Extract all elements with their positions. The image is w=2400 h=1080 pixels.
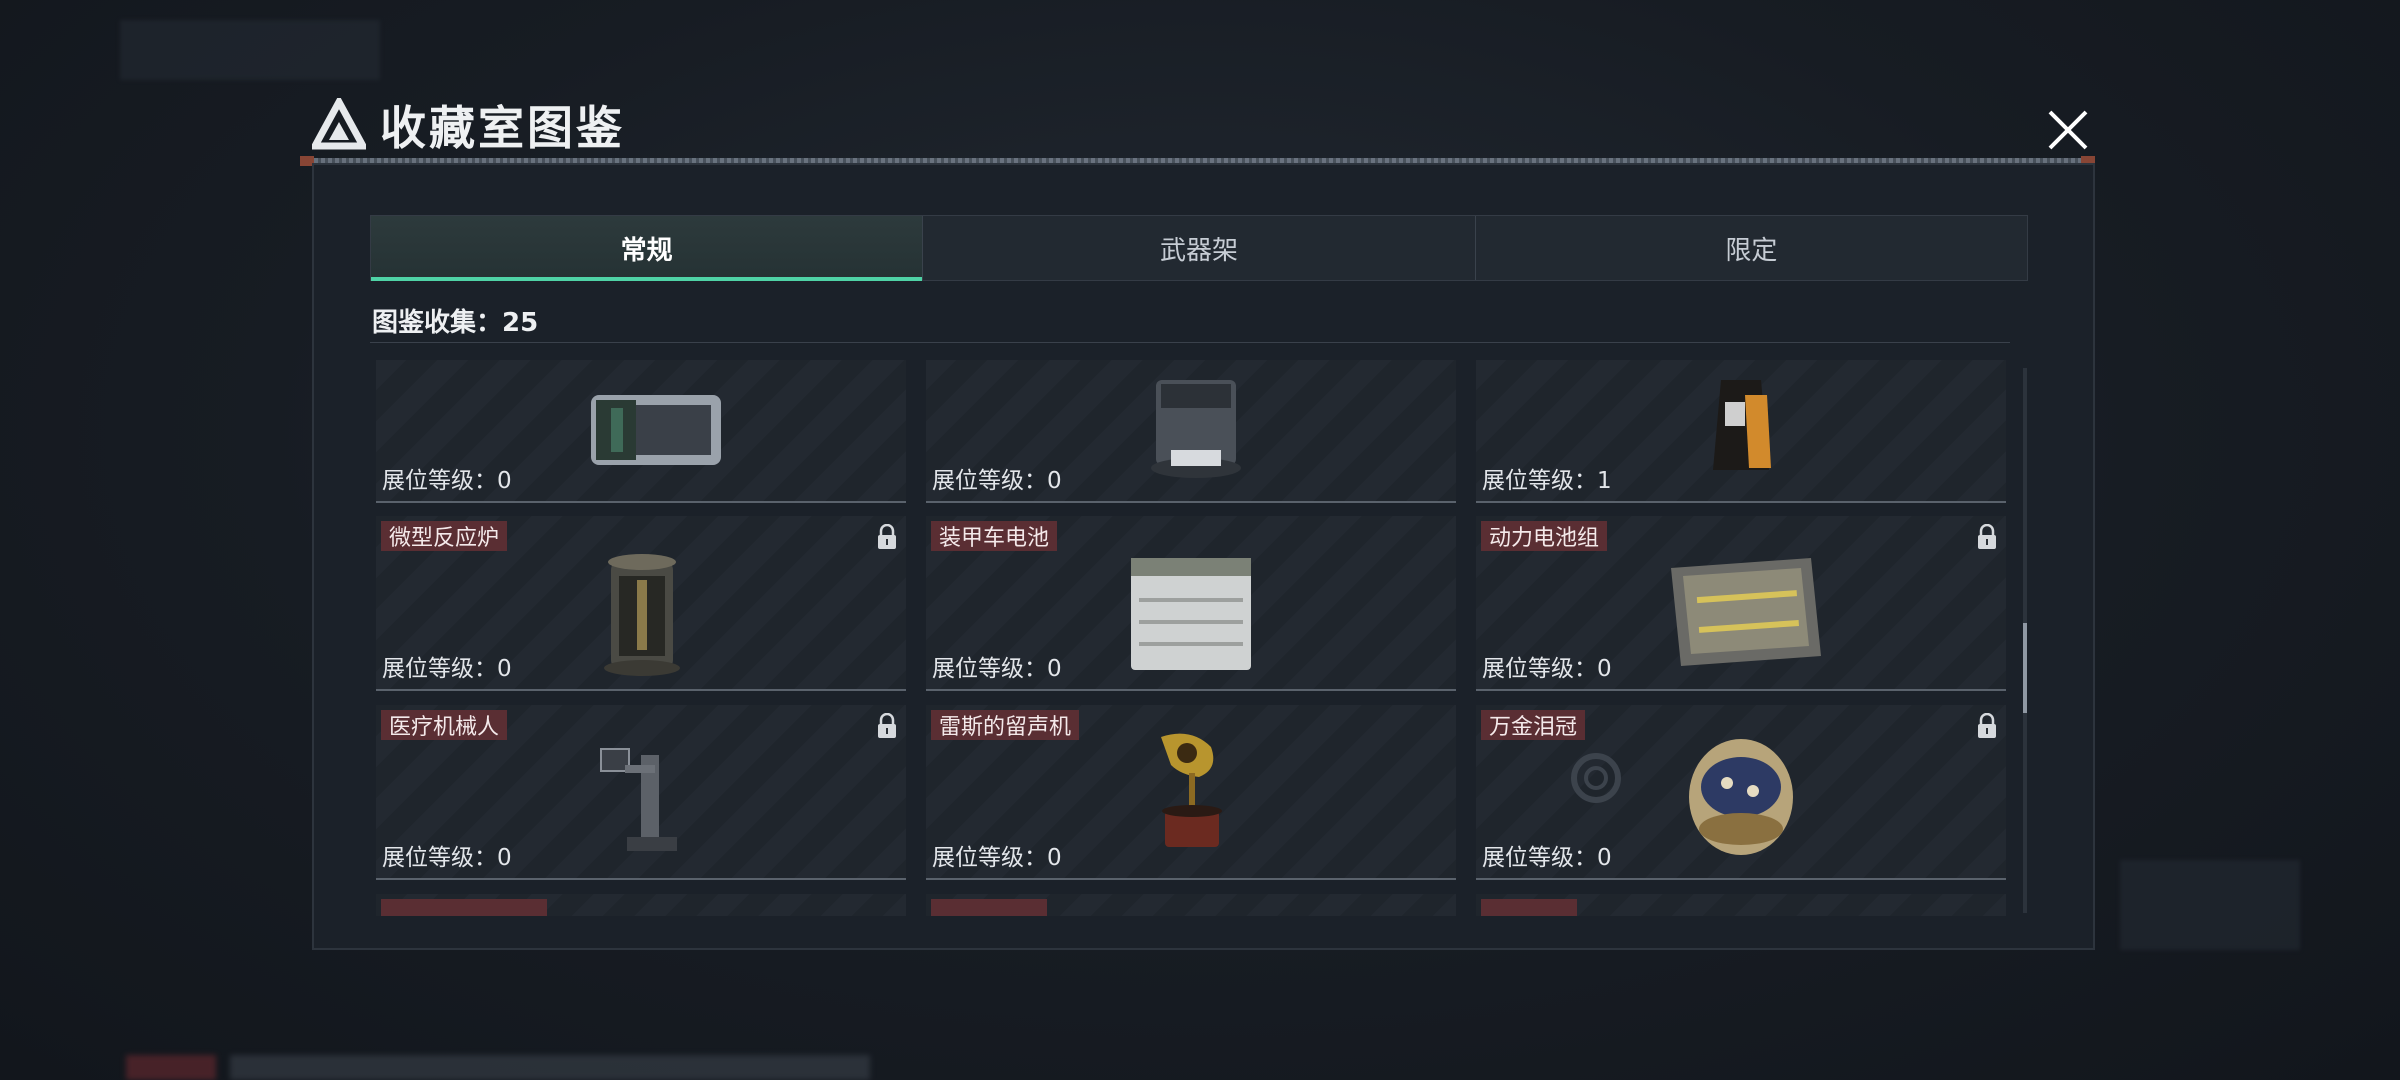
category-tabs: 常规 武器架 限定 xyxy=(370,215,2028,281)
tab-label: 限定 xyxy=(1725,235,1778,266)
close-icon xyxy=(2048,110,2088,150)
item-name: 雷斯的留声机 xyxy=(931,710,1080,740)
gramophone-icon xyxy=(1161,733,1222,847)
background-shape xyxy=(126,1055,216,1080)
tab-weapon-rack[interactable]: 武器架 xyxy=(923,216,1476,280)
triangle-logo-icon xyxy=(312,98,366,150)
scrollbar[interactable] xyxy=(2023,368,2027,913)
background-shape xyxy=(2120,860,2300,950)
page-title: 收藏室图鉴 xyxy=(380,101,625,155)
collection-card[interactable]: 雷斯的留声机 展位等级：0 xyxy=(926,705,1456,880)
booth-level: 展位等级：1 xyxy=(1482,468,1612,494)
camera-device-icon xyxy=(591,395,721,465)
jeweled-egg-icon xyxy=(1689,739,1793,855)
background-shape xyxy=(230,1055,870,1080)
collection-count: 图鉴收集：25 xyxy=(372,308,539,338)
item-name: 微型反应炉 xyxy=(381,521,508,551)
battery-pack-icon xyxy=(1671,558,1821,666)
booth-level: 展位等级：0 xyxy=(932,845,1062,871)
micro-reactor-icon xyxy=(604,554,680,676)
booth-level: 展位等级：0 xyxy=(382,845,512,871)
item-name: 万金泪冠 xyxy=(1481,710,1586,740)
section-divider xyxy=(370,342,2010,343)
collection-card[interactable]: 展位等级：0 xyxy=(376,360,906,503)
lock-icon xyxy=(1978,524,1996,549)
item-name-truncated xyxy=(1481,899,1577,916)
collection-card[interactable]: 医疗机械人 展位等级：0 xyxy=(376,705,906,880)
booth-level: 展位等级：0 xyxy=(932,468,1062,494)
booth-level: 展位等级：0 xyxy=(382,656,512,682)
loading-ring-icon xyxy=(1571,753,1621,803)
booth-level: 展位等级：0 xyxy=(1482,845,1612,871)
item-name: 动力电池组 xyxy=(1481,521,1608,551)
booth-level: 展位等级：0 xyxy=(1482,656,1612,682)
collection-card[interactable]: 装甲车电池 展位等级：0 xyxy=(926,516,1456,691)
item-name: 医疗机械人 xyxy=(381,710,508,740)
item-grid[interactable]: 展位等级：0 展位等级：0 展位等级：1 微型反应炉 展位等级：0 装甲车电池 … xyxy=(370,360,2018,916)
tab-limited[interactable]: 限定 xyxy=(1476,216,2027,280)
collection-card[interactable]: 万金泪冠 展位等级：0 xyxy=(1476,705,2006,880)
tab-label: 武器架 xyxy=(1159,235,1238,266)
item-name-truncated xyxy=(381,899,547,916)
collection-card[interactable]: 展位等级：0 xyxy=(926,360,1456,503)
robot-vacuum-icon xyxy=(1151,380,1241,478)
window-header: 收藏室图鉴 xyxy=(312,92,625,158)
item-name-truncated xyxy=(931,899,1047,916)
lock-icon xyxy=(1978,713,1996,738)
collection-card[interactable] xyxy=(376,894,906,916)
medical-robot-icon xyxy=(600,748,677,851)
lock-icon xyxy=(878,713,896,738)
background-shape xyxy=(120,20,380,80)
collection-card[interactable]: 动力电池组 展位等级：0 xyxy=(1476,516,2006,691)
coffee-bag-icon xyxy=(1713,380,1771,470)
collection-card[interactable] xyxy=(926,894,1456,916)
scroll-thumb[interactable] xyxy=(2023,623,2027,713)
collection-card[interactable]: 微型反应炉 展位等级：0 xyxy=(376,516,906,691)
tab-label: 常规 xyxy=(620,235,673,266)
collection-card[interactable]: 展位等级：1 xyxy=(1476,360,2006,503)
collection-card[interactable] xyxy=(1476,894,2006,916)
lock-icon xyxy=(878,524,896,549)
booth-level: 展位等级：0 xyxy=(932,656,1062,682)
car-battery-icon xyxy=(1131,558,1251,670)
close-button[interactable] xyxy=(2036,98,2100,162)
item-name: 装甲车电池 xyxy=(931,521,1058,551)
booth-level: 展位等级：0 xyxy=(382,468,512,494)
tab-regular[interactable]: 常规 xyxy=(371,216,924,281)
